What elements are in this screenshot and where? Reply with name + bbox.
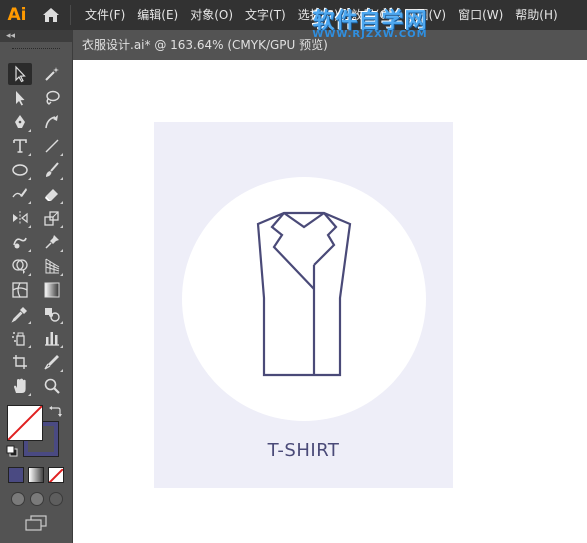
menu-view[interactable]: 视图(V): [398, 0, 452, 30]
scale-icon: [44, 211, 59, 226]
warp-tool[interactable]: [8, 231, 32, 253]
brush-icon: [46, 162, 59, 177]
curvature-tool[interactable]: [40, 111, 64, 133]
default-fill-stroke-icon[interactable]: [6, 445, 18, 457]
slice-tool[interactable]: [40, 351, 64, 373]
mesh-tool[interactable]: [8, 279, 32, 301]
artwork-label: T-SHIRT: [267, 440, 340, 461]
puppet-warp-tool[interactable]: [40, 231, 64, 253]
hand-tool[interactable]: [8, 375, 32, 397]
curvature-icon: [45, 115, 58, 129]
tools-panel-grip[interactable]: [0, 42, 72, 56]
menu-edit[interactable]: 编辑(E): [131, 0, 184, 30]
direct-selection-tool[interactable]: [8, 87, 32, 109]
line-tool[interactable]: [40, 135, 64, 157]
arrow-icon: [15, 65, 26, 83]
artboard-tool[interactable]: [8, 351, 32, 373]
blend-icon: [45, 308, 60, 322]
reflect-tool[interactable]: [8, 207, 32, 229]
none-slash-icon: [8, 406, 42, 440]
menu-window[interactable]: 窗口(W): [452, 0, 509, 30]
direct-arrow-icon: [16, 91, 25, 106]
selection-tool[interactable]: [8, 63, 32, 85]
magic-wand-tool[interactable]: [40, 63, 64, 85]
mesh-icon: [12, 282, 28, 298]
menu-type[interactable]: 文字(T): [239, 0, 292, 30]
fill-color-swatch[interactable]: [7, 405, 43, 441]
perspective-icon: [45, 258, 60, 274]
scale-tool[interactable]: [40, 207, 64, 229]
type-tool[interactable]: [8, 135, 32, 157]
pin-icon: [45, 235, 59, 249]
draw-inside-button[interactable]: [49, 492, 63, 506]
ellipse-tool[interactable]: [8, 159, 32, 181]
home-icon[interactable]: [36, 0, 66, 30]
artboard-icon: [13, 355, 27, 369]
menu-effect[interactable]: 效果(C): [345, 0, 399, 30]
double-chevron-left-icon[interactable]: ◂◂: [6, 31, 15, 41]
type-icon: [13, 139, 27, 153]
magnifier-icon: [44, 378, 60, 394]
menu-object[interactable]: 对象(O): [184, 0, 239, 30]
canvas[interactable]: T-SHIRT: [73, 60, 587, 543]
symbol-sprayer-icon: [12, 332, 25, 346]
shape-builder-tool[interactable]: [8, 255, 32, 277]
gradient-icon: [44, 282, 60, 298]
magic-wand-icon: [45, 67, 59, 81]
zoom-tool[interactable]: [40, 375, 64, 397]
pen-tool[interactable]: [8, 111, 32, 133]
knife-icon: [44, 355, 59, 370]
ellipse-icon: [12, 164, 28, 176]
screen-mode-icon[interactable]: [24, 515, 48, 531]
none-slash-icon: [49, 468, 63, 482]
blend-tool[interactable]: [40, 303, 64, 325]
eyedropper-icon: [11, 307, 27, 323]
warp-icon: [13, 237, 27, 249]
color-mode-button[interactable]: [8, 467, 24, 483]
menu-separator: [70, 5, 71, 25]
artboard[interactable]: T-SHIRT: [154, 122, 453, 488]
hand-icon: [14, 378, 26, 393]
perspective-grid-tool[interactable]: [40, 255, 64, 277]
menu-select[interactable]: 选择(S): [292, 0, 345, 30]
menu-bar: Ai 文件(F) 编辑(E) 对象(O) 文字(T) 选择(S) 效果(C) 视…: [0, 0, 587, 30]
none-mode-button[interactable]: [48, 467, 64, 483]
document-tab[interactable]: 衣服设计.ai* @ 163.64% (CMYK/GPU 预览): [73, 30, 587, 60]
paintbrush-tool[interactable]: [40, 159, 64, 181]
shirt-illustration: [256, 211, 352, 377]
symbol-sprayer-tool[interactable]: [8, 327, 32, 349]
gradient-mode-button[interactable]: [28, 467, 44, 483]
draw-normal-button[interactable]: [11, 492, 25, 506]
shaper-icon: [12, 188, 27, 198]
menu-file[interactable]: 文件(F): [79, 0, 131, 30]
app-logo: Ai: [7, 5, 27, 25]
eraser-icon: [45, 189, 58, 201]
lasso-tool[interactable]: [40, 87, 64, 109]
menu-help[interactable]: 帮助(H): [509, 0, 563, 30]
pen-icon: [15, 115, 25, 128]
shaper-tool[interactable]: [8, 183, 32, 205]
eraser-tool[interactable]: [40, 183, 64, 205]
swap-fill-stroke-icon[interactable]: [48, 404, 62, 418]
reflect-icon: [13, 211, 28, 225]
bar-graph-icon: [45, 332, 59, 346]
eyedropper-tool[interactable]: [8, 303, 32, 325]
graph-tool[interactable]: [40, 327, 64, 349]
line-icon: [45, 139, 59, 153]
document-tab-bar: 衣服设计.ai* @ 163.64% (CMYK/GPU 预览): [73, 30, 587, 60]
lasso-icon: [46, 90, 60, 105]
shape-builder-icon: [12, 259, 28, 274]
draw-behind-button[interactable]: [30, 492, 44, 506]
tools-panel-header: ◂◂: [0, 30, 72, 42]
gradient-tool[interactable]: [40, 279, 64, 301]
